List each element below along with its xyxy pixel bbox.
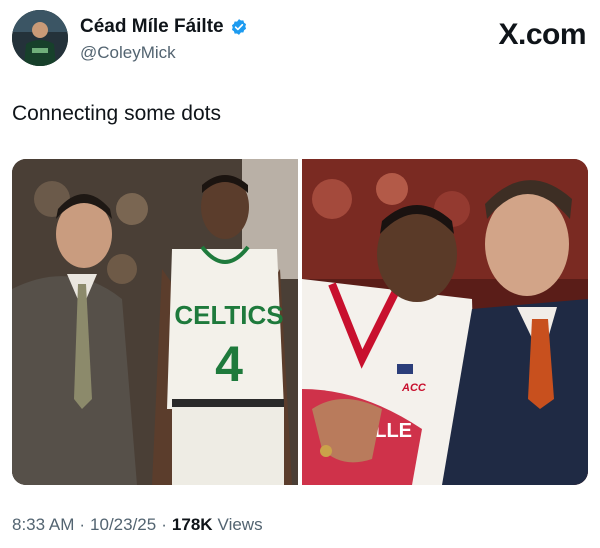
tweet-header: Céad Míle Fáilte @ColeyMick X.com [12, 10, 588, 70]
author-display-name[interactable]: Céad Míle Fáilte [80, 16, 224, 38]
right-photo[interactable]: UISVILLE ACC [302, 159, 588, 485]
left-jersey-team: CELTICS [174, 300, 283, 330]
avatar[interactable] [12, 10, 68, 66]
views-count: 178K [171, 515, 213, 534]
meta-separator: · [79, 515, 86, 534]
x-logo[interactable]: X.com [498, 18, 586, 52]
verified-badge-icon [231, 19, 246, 35]
left-jersey-number: 4 [215, 336, 243, 392]
tweet-text: Connecting some dots [12, 102, 221, 125]
author-names: Céad Míle Fáilte @ColeyMick [80, 16, 248, 63]
left-photo[interactable]: CELTICS 4 [12, 159, 298, 485]
tweet-date[interactable]: 10/23/25 [90, 515, 156, 535]
views-label: Views [217, 515, 263, 534]
tweet-meta: 8:33 AM · 10/23/25 · 178K Views [12, 515, 263, 535]
tweet-media[interactable]: CELTICS 4 UISVILLE ACC [12, 159, 588, 485]
right-jersey-acc: ACC [401, 382, 427, 394]
tweet-time[interactable]: 8:33 AM [12, 515, 74, 535]
author-handle[interactable]: @ColeyMick [80, 43, 248, 63]
meta-separator: · [161, 515, 167, 534]
